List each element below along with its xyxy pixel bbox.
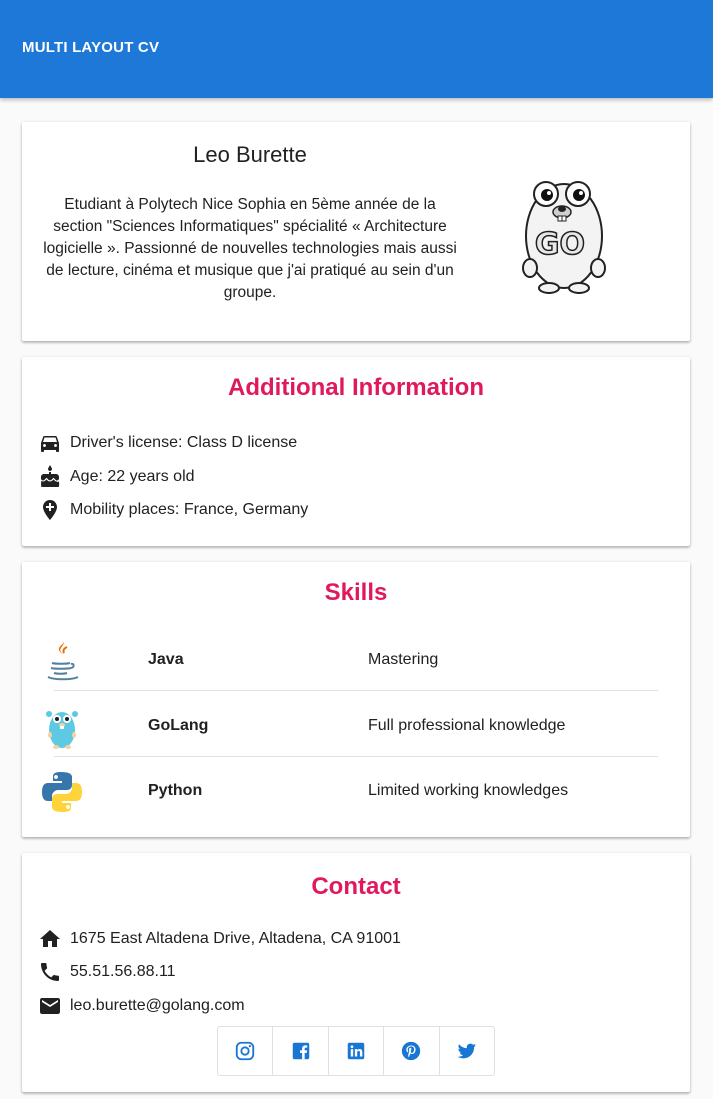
additional-info-card: Additional Information Driver's license:… [22,357,690,546]
skill-row-java: Java Mastering [38,628,658,694]
golang-icon [38,703,86,751]
skills-card: Skills Java Mastering GoLang Full profes… [22,562,690,837]
profile-card: Leo Burette Etudiant à Polytech Nice Sop… [22,122,690,341]
social-links [217,1026,495,1076]
svg-text:GO: GO [535,227,585,262]
skill-name: Java [148,651,184,668]
section-title-skills: Skills [324,579,388,606]
skill-name: GoLang [148,717,209,734]
info-text: Age: 22 years old [70,468,195,485]
skill-level: Mastering [368,651,439,668]
place-icon [38,498,62,522]
info-text: Mobility places: France, Germany [70,501,309,518]
contact-text: 1675 East Altadena Drive, Altadena, CA 9… [70,930,401,947]
info-text: Driver's license: Class D license [70,434,298,451]
contact-text: 55.51.56.88.11 [70,963,176,980]
python-icon [38,768,86,816]
linkedin-icon [347,1042,365,1060]
contact-item-address: 1675 East Altadena Drive, Altadena, CA 9… [38,926,401,952]
skill-level: Full professional knowledge [368,717,566,734]
section-title-contact: Contact [311,873,401,900]
java-icon [38,637,86,685]
pinterest-button[interactable] [384,1027,440,1075]
twitter-button[interactable] [440,1027,494,1075]
pinterest-icon [402,1041,421,1061]
skill-row-golang: GoLang Full professional knowledge [38,694,658,760]
app-bar: MULTI LAYOUT CV [0,0,713,98]
contact-text: leo.burette@golang.com [70,997,245,1014]
skill-row-python: Python Limited working knowledges [38,759,658,825]
linkedin-button[interactable] [329,1027,385,1075]
car-icon [38,431,62,455]
skill-name: Python [148,782,203,799]
instagram-icon [236,1041,255,1061]
divider [54,756,658,757]
profile-bio: Etudiant à Polytech Nice Sophia en 5ème … [43,196,457,301]
info-item-mobility: Mobility places: France, Germany [38,497,308,523]
home-icon [38,927,62,951]
section-title-additional: Additional Information [228,374,484,401]
facebook-button[interactable] [273,1027,329,1075]
info-item-age: Age: 22 years old [38,464,195,490]
email-icon [38,994,62,1018]
contact-item-email: leo.burette@golang.com [38,993,245,1019]
twitter-icon [457,1043,476,1059]
phone-icon [38,960,62,984]
info-item-driver-license: Driver's license: Class D license [38,430,297,456]
profile-name: Leo Burette [193,142,307,167]
app-title: MULTI LAYOUT CV [22,39,160,56]
instagram-button[interactable] [218,1027,274,1075]
cake-icon [38,465,62,489]
contact-item-phone: 55.51.56.88.11 [38,959,176,985]
gopher-illustration: GO [516,164,612,299]
divider [54,690,658,691]
skill-level: Limited working knowledges [368,782,569,799]
contact-card: Contact 1675 East Altadena Drive, Altade… [22,853,690,1092]
facebook-icon [292,1042,309,1060]
